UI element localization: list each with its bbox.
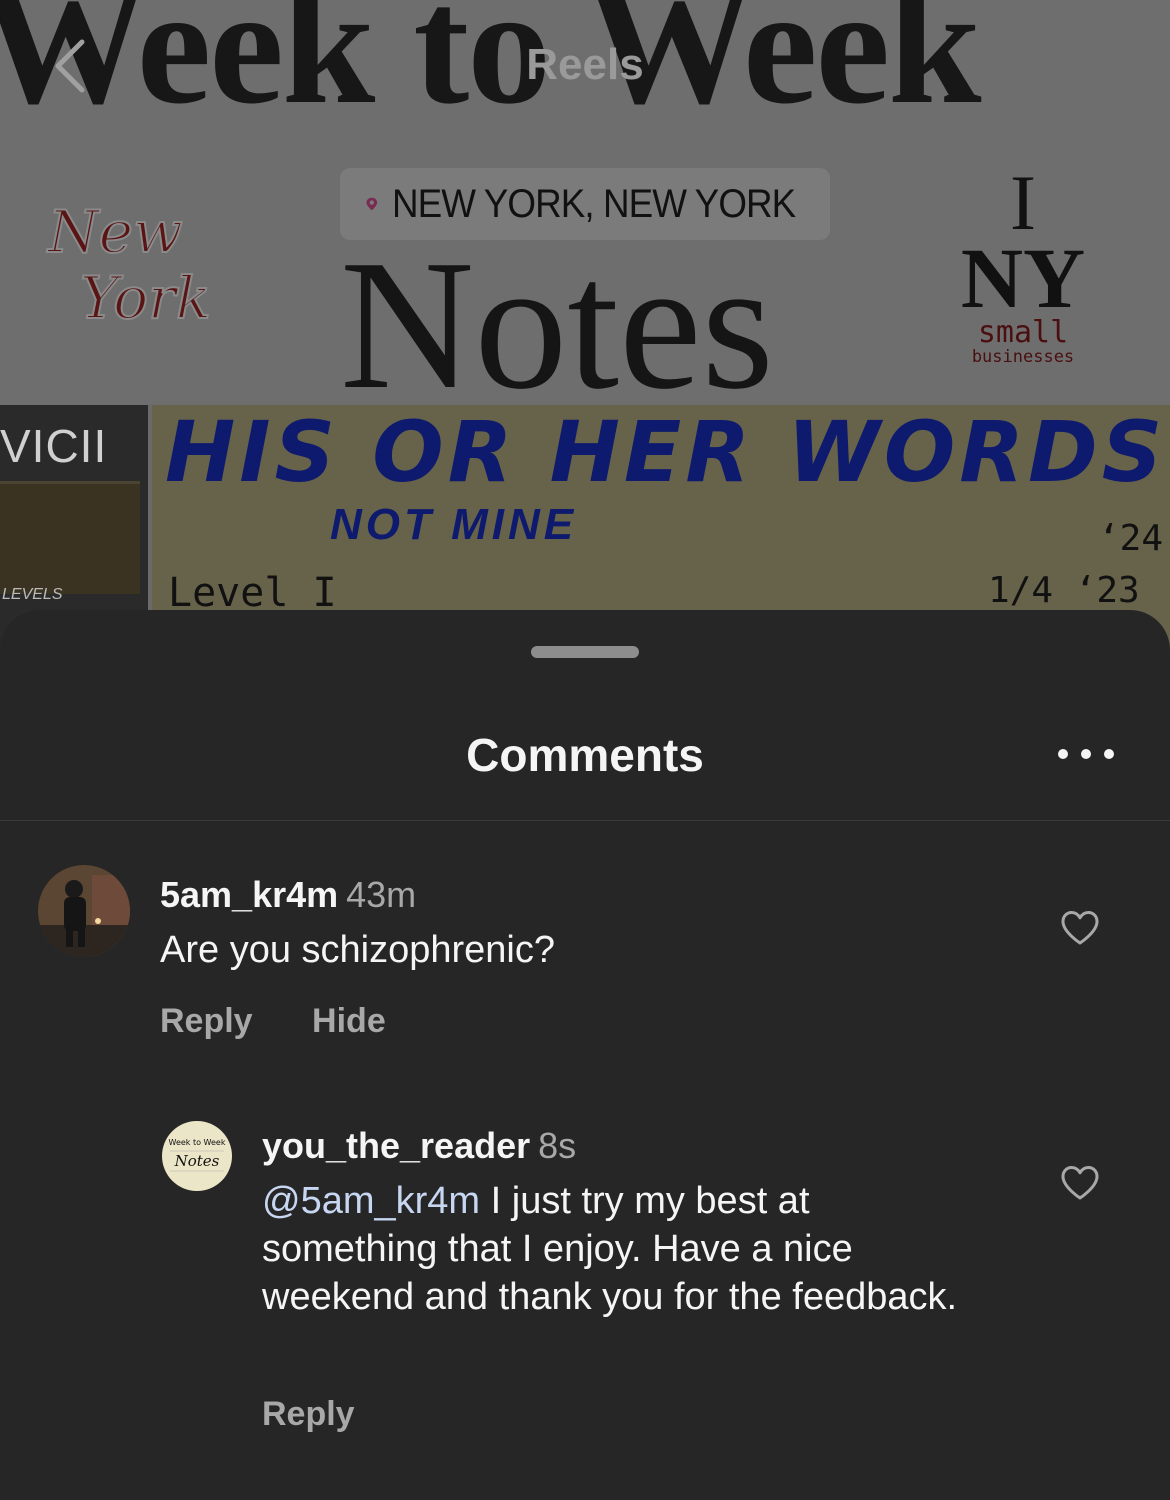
- location-tag[interactable]: NEW YORK, NEW YORK: [340, 168, 830, 240]
- avatar[interactable]: [38, 865, 130, 957]
- reel-date: 1/4 ‘23: [988, 570, 1140, 611]
- hide-button[interactable]: Hide: [312, 1002, 386, 1041]
- iny-line-1: I: [1010, 159, 1036, 246]
- comment-item: 5am_kr4m 43m Are you schizophrenic? Reply…: [0, 860, 1170, 1040]
- location-label: NEW YORK, NEW YORK: [391, 181, 796, 226]
- avatar-text-line2: Notes: [174, 1152, 220, 1170]
- side-label-levels: LEVELS: [2, 586, 63, 603]
- mention-link[interactable]: @5am_kr4m: [262, 1180, 480, 1222]
- svg-text:New: New: [46, 198, 183, 266]
- header-divider: [0, 820, 1170, 821]
- comments-title: Comments: [466, 729, 704, 781]
- sheet-drag-handle[interactable]: [531, 646, 639, 658]
- new-york-script-logo: New York: [45, 197, 212, 333]
- comment-actions: Reply: [262, 1395, 355, 1434]
- iny-line-4: businesses: [971, 347, 1075, 367]
- iny-line-2: NY: [960, 230, 1086, 326]
- reel-notes-word: Notes: [340, 222, 774, 428]
- comment-header: 5am_kr4m 43m: [160, 874, 416, 916]
- comment-header: you_the_reader 8s: [262, 1125, 576, 1167]
- location-pin-icon: [366, 197, 378, 211]
- words-title: HIS OR HER WORDS: [165, 403, 1167, 501]
- reply-button[interactable]: Reply: [262, 1395, 355, 1434]
- comment-reply-item: Week to Week Notes you_the_reader 8s @5am…: [0, 1115, 1170, 1445]
- comment-text: @5am_kr4m I just try my best at somethin…: [262, 1177, 982, 1321]
- more-options-icon[interactable]: [1058, 744, 1114, 764]
- reply-button[interactable]: Reply: [160, 1002, 253, 1041]
- comment-username[interactable]: 5am_kr4m: [160, 874, 338, 915]
- side-label: VICII: [0, 420, 108, 472]
- comment-actions: Reply Hide: [160, 1002, 386, 1041]
- heart-icon[interactable]: [1060, 1165, 1100, 1201]
- reel-year: ‘24: [1098, 518, 1164, 559]
- avatar[interactable]: Week to Week Notes: [162, 1121, 232, 1191]
- svg-text:York: York: [80, 264, 211, 332]
- comment-text: Are you schizophrenic?: [160, 929, 555, 971]
- comment-time: 8s: [538, 1125, 577, 1166]
- comment-username[interactable]: you_the_reader: [262, 1125, 530, 1166]
- comment-time: 43m: [346, 874, 417, 915]
- words-subtitle: NOT MINE: [330, 500, 578, 549]
- building-image: [0, 481, 140, 594]
- heart-icon[interactable]: [1060, 910, 1100, 946]
- comments-sheet: Comments 5am_kr4m 43m Are you schizophren…: [0, 610, 1170, 1500]
- reel-video-background: Week to Week New York Notes I NY small b…: [0, 0, 1170, 660]
- i-love-ny-logo: I NY small businesses: [948, 159, 1098, 367]
- avatar-text-line1: Week to Week: [169, 1138, 226, 1147]
- reels-nav-title: Reels: [526, 40, 644, 89]
